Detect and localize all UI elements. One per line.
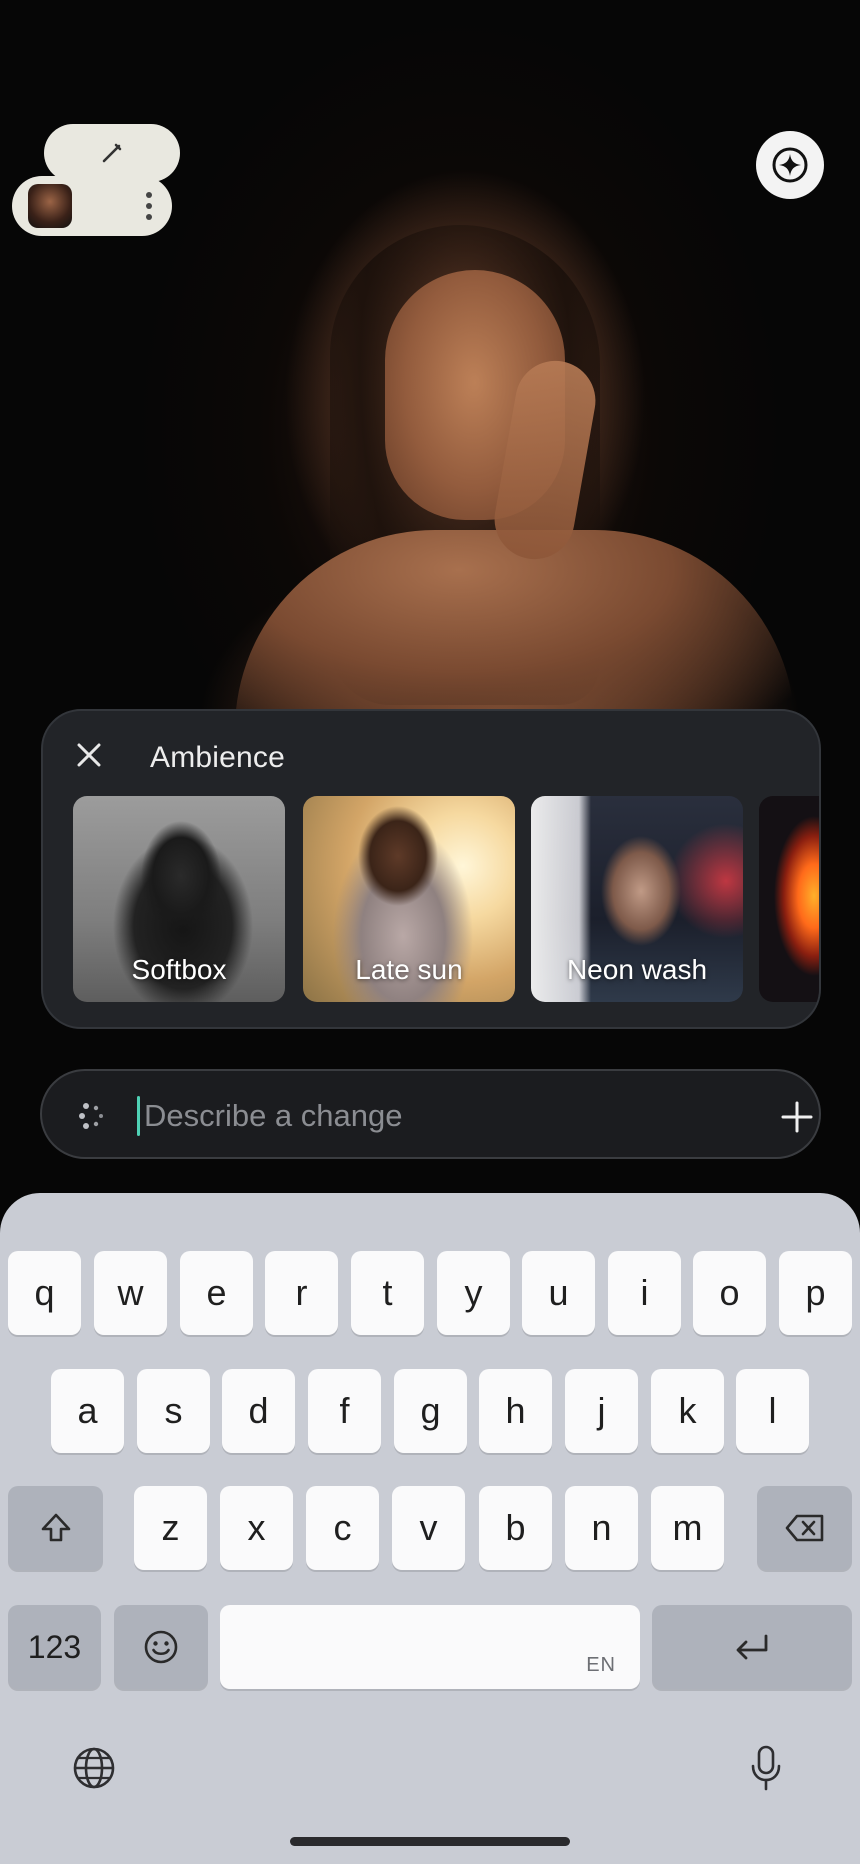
key-o[interactable]: o [693,1251,766,1335]
ambience-option-softbox[interactable]: Softbox [73,796,285,1002]
key-d[interactable]: d [222,1369,295,1453]
emoji-key[interactable] [114,1605,208,1689]
sparkle-icon [772,147,808,183]
ambience-option-label: Late sun [355,954,463,985]
key-j[interactable]: j [565,1369,638,1453]
key-t[interactable]: t [351,1251,424,1335]
key-i[interactable]: i [608,1251,681,1335]
plus-icon [781,1101,813,1133]
shift-icon [41,1513,70,1542]
key-q[interactable]: q [8,1251,81,1335]
key-a[interactable]: a [51,1369,124,1453]
dots-loader-icon [79,1103,103,1129]
key-n[interactable]: n [565,1486,638,1570]
key-h[interactable]: h [479,1369,552,1453]
photo-shoulders [235,530,795,730]
ambience-options: Softbox Late sun Neon wash [73,796,819,1004]
enter-icon [736,1634,768,1660]
key-f[interactable]: f [308,1369,381,1453]
prompt-bar [40,1069,821,1159]
space-key[interactable]: EN [220,1605,640,1689]
assistant-button[interactable] [756,131,824,199]
edit-tool-button[interactable] [44,124,180,182]
key-v[interactable]: v [392,1486,465,1570]
close-button[interactable] [71,737,107,773]
key-c[interactable]: c [306,1486,379,1570]
key-b[interactable]: b [479,1486,552,1570]
key-l[interactable]: l [736,1369,809,1453]
home-indicator[interactable] [290,1837,570,1846]
key-u[interactable]: u [522,1251,595,1335]
ambience-option-label: Neon wash [566,954,708,985]
layer-chip[interactable] [12,176,172,236]
key-g[interactable]: g [394,1369,467,1453]
prompt-input[interactable] [144,1085,744,1147]
ambience-option-neon-wash[interactable]: Neon wash [531,796,743,1002]
shift-key[interactable] [8,1486,103,1570]
ambience-title: Ambience [150,741,286,774]
key-m[interactable]: m [651,1486,724,1570]
text-caret [137,1096,140,1136]
globe-icon [73,1747,115,1789]
key-w[interactable]: w [94,1251,167,1335]
globe-button[interactable] [69,1743,119,1793]
more-vert-icon[interactable] [140,186,158,226]
ambience-option-late-sun[interactable]: Late sun [303,796,515,1002]
emoji-icon [144,1630,178,1664]
ambience-header: Ambience [43,711,819,791]
ambience-option-label: Softbox [131,954,227,985]
space-language-label: EN [586,1654,616,1676]
key-k[interactable]: k [651,1369,724,1453]
key-p[interactable]: p [779,1251,852,1335]
backspace-key[interactable] [757,1486,852,1570]
layer-thumbnail[interactable] [28,184,72,228]
add-button[interactable] [777,1097,817,1137]
pen-icon [102,143,122,163]
key-s[interactable]: s [137,1369,210,1453]
mic-icon [751,1745,781,1791]
numbers-key[interactable]: 123 [8,1605,101,1689]
enter-key[interactable] [652,1605,852,1689]
close-icon [77,743,101,767]
on-screen-keyboard: q w e r t y u i o p a s d f g h j k l z … [0,1193,860,1864]
key-y[interactable]: y [437,1251,510,1335]
ambience-option-partial[interactable] [759,796,819,1002]
key-e[interactable]: e [180,1251,253,1335]
mic-button[interactable] [741,1743,791,1793]
ambience-panel: Ambience Softbox Late sun Neon wash [41,709,821,1029]
key-r[interactable]: r [265,1251,338,1335]
key-x[interactable]: x [220,1486,293,1570]
key-z[interactable]: z [134,1486,207,1570]
backspace-icon [785,1514,823,1542]
